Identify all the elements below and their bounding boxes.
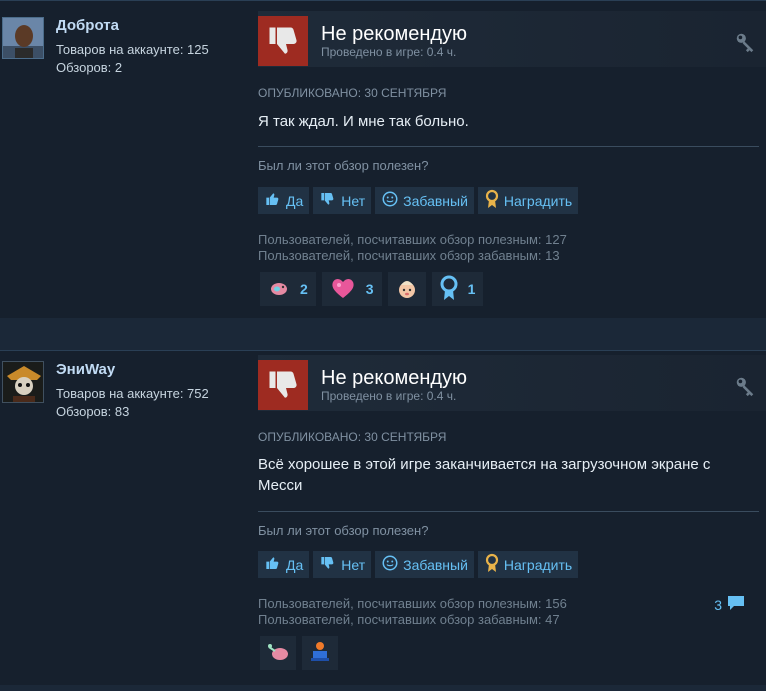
award-item[interactable] bbox=[302, 636, 338, 670]
review-body: Не рекомендую Проведено в игре: 0.4 ч. О… bbox=[248, 351, 766, 685]
review-text: Я так ждал. И мне так больно. bbox=[258, 113, 469, 130]
vote-header[interactable]: Не рекомендую Проведено в игре: 0.4 ч. bbox=[258, 355, 766, 411]
review-text: Всё хорошее в этой игре заканчивается на… bbox=[258, 456, 711, 494]
award-count: 3 bbox=[365, 281, 374, 297]
vote-no-button[interactable]: Нет bbox=[313, 551, 372, 578]
vote-no-button[interactable]: Нет bbox=[313, 187, 372, 214]
vote-yes-label: Да bbox=[286, 556, 304, 573]
thumbs-up-icon bbox=[264, 555, 282, 574]
reviews-count[interactable]: Обзоров: 2 bbox=[56, 60, 122, 75]
award-item[interactable]: 3 bbox=[321, 272, 382, 306]
award-item[interactable]: 2 bbox=[260, 272, 316, 306]
award-item[interactable]: 1 bbox=[431, 272, 484, 306]
vote-funny-button[interactable]: Забавный bbox=[375, 551, 474, 578]
verdict-title: Не рекомендую bbox=[321, 367, 468, 389]
stat-funny: Пользователей, посчитавших обзор забавны… bbox=[258, 612, 560, 627]
review-card: Доброта Товаров на аккаунте: 125 Обзоров… bbox=[0, 0, 766, 318]
stat-helpful: Пользователей, посчитавших обзор полезны… bbox=[258, 596, 567, 611]
award-label: Наградить bbox=[503, 192, 573, 209]
ribbon-icon bbox=[440, 275, 458, 304]
stat-funny: Пользователей, посчитавших обзор забавны… bbox=[258, 248, 560, 263]
divider bbox=[258, 511, 759, 512]
vote-funny-label: Забавный bbox=[403, 192, 468, 209]
award-medal-icon bbox=[484, 553, 500, 576]
award-count: 1 bbox=[467, 281, 476, 297]
posted-date: ОПУБЛИКОВАНО: 30 СЕНТЯБРЯ bbox=[258, 86, 447, 100]
comments-count: 3 bbox=[714, 596, 722, 613]
comments-link[interactable]: 3 bbox=[714, 594, 746, 615]
vote-no-label: Нет bbox=[341, 192, 366, 209]
stat-helpful: Пользователей, посчитавших обзор полезны… bbox=[258, 232, 567, 247]
divider bbox=[258, 146, 759, 147]
brain-icon bbox=[266, 641, 290, 666]
posted-date: ОПУБЛИКОВАНО: 30 СЕНТЯБРЯ bbox=[258, 430, 447, 444]
award-label: Наградить bbox=[503, 556, 573, 573]
vote-yes-button[interactable]: Да bbox=[258, 551, 310, 578]
reviewer-info: Доброта Товаров на аккаунте: 125 Обзоров… bbox=[0, 1, 248, 318]
thumbs-down-icon bbox=[319, 191, 337, 210]
helpful-question: Был ли этот обзор полезен? bbox=[258, 158, 429, 173]
review-stats: Пользователей, посчитавших обзор полезны… bbox=[258, 232, 567, 264]
thumbs-down-icon bbox=[258, 16, 308, 66]
products-count[interactable]: Товаров на аккаунте: 125 bbox=[56, 42, 209, 57]
smiley-icon bbox=[381, 190, 399, 211]
award-button[interactable]: Наградить bbox=[477, 551, 579, 578]
reviews-count[interactable]: Обзоров: 83 bbox=[56, 404, 129, 419]
award-item[interactable] bbox=[387, 272, 426, 306]
heart-icon bbox=[330, 277, 356, 302]
playtime: Проведено в игре: 0.4 ч. bbox=[321, 389, 457, 403]
thumbs-up-icon bbox=[264, 191, 282, 210]
vote-buttons: Да Нет Забавный Наградить bbox=[258, 551, 579, 578]
trophy-icon bbox=[308, 640, 332, 667]
helpful-question: Был ли этот обзор полезен? bbox=[258, 523, 429, 538]
pig-icon bbox=[268, 279, 290, 300]
avatar[interactable] bbox=[2, 361, 44, 403]
review-body: Не рекомендую Проведено в игре: 0.4 ч. О… bbox=[248, 1, 766, 318]
review-card: ЭниWay Товаров на аккаунте: 752 Обзоров:… bbox=[0, 350, 766, 685]
vote-funny-button[interactable]: Забавный bbox=[375, 187, 474, 214]
thumbs-down-icon bbox=[319, 555, 337, 574]
avatar[interactable] bbox=[2, 17, 44, 59]
vote-no-label: Нет bbox=[341, 556, 366, 573]
thumbs-down-icon bbox=[258, 360, 308, 410]
award-item[interactable] bbox=[260, 636, 296, 670]
awards-row bbox=[260, 636, 338, 670]
award-medal-icon bbox=[484, 189, 500, 212]
products-count[interactable]: Товаров на аккаунте: 752 bbox=[56, 386, 209, 401]
vote-yes-label: Да bbox=[286, 192, 304, 209]
smiley-icon bbox=[381, 554, 399, 575]
key-icon bbox=[734, 31, 756, 58]
comment-bubble-icon bbox=[726, 594, 746, 615]
awards-row: 2 3 1 bbox=[260, 272, 484, 306]
reviewer-info: ЭниWay Товаров на аккаунте: 752 Обзоров:… bbox=[0, 351, 248, 685]
award-count: 2 bbox=[300, 281, 308, 297]
key-icon bbox=[734, 375, 756, 402]
vote-yes-button[interactable]: Да bbox=[258, 187, 310, 214]
award-button[interactable]: Наградить bbox=[477, 187, 579, 214]
page-bottom-gap bbox=[0, 685, 766, 691]
playtime: Проведено в игре: 0.4 ч. bbox=[321, 45, 457, 59]
username[interactable]: Доброта bbox=[56, 17, 119, 34]
username[interactable]: ЭниWay bbox=[56, 361, 115, 378]
verdict-title: Не рекомендую bbox=[321, 23, 468, 45]
baby-face-icon bbox=[396, 276, 418, 303]
vote-buttons: Да Нет Забавный Наградить bbox=[258, 187, 579, 214]
review-stats: Пользователей, посчитавших обзор полезны… bbox=[258, 596, 567, 628]
vote-header[interactable]: Не рекомендую Проведено в игре: 0.4 ч. bbox=[258, 11, 766, 67]
vote-funny-label: Забавный bbox=[403, 556, 468, 573]
